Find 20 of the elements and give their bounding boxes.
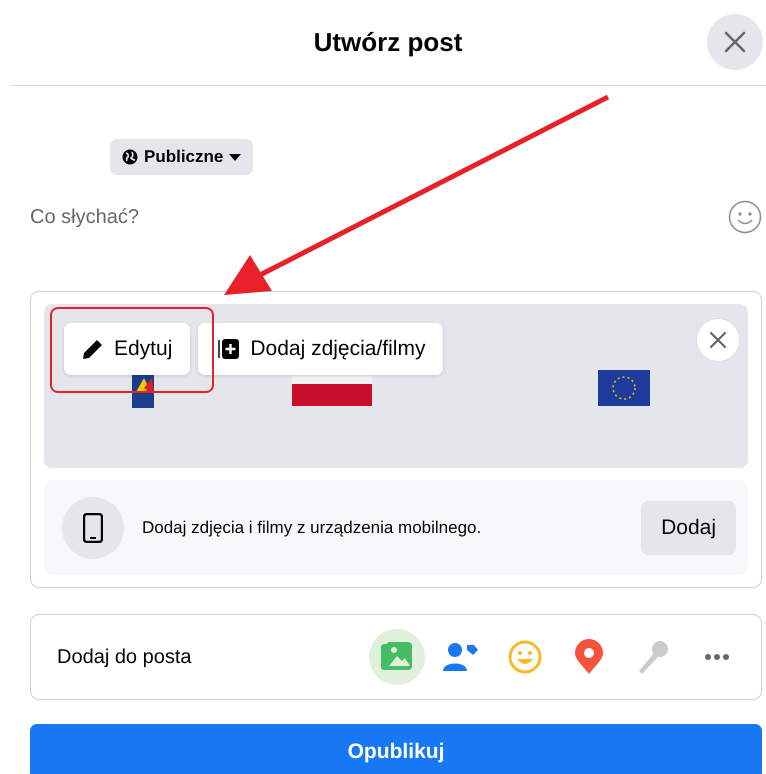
close-icon <box>709 331 727 349</box>
dialog-title: Utwórz post <box>314 27 462 58</box>
caret-icon <box>229 154 242 160</box>
smiley-icon[interactable] <box>728 200 762 234</box>
remove-button[interactable] <box>696 318 740 362</box>
add-photos-button[interactable]: Dodaj zdjęcia/filmy <box>198 323 444 375</box>
add-photo-icon <box>216 337 240 361</box>
location-pin-icon <box>574 639 604 675</box>
audience-button[interactable]: Publiczne <box>110 139 254 175</box>
edit-button[interactable]: Edytuj <box>64 323 190 375</box>
pencil-icon <box>82 338 104 360</box>
more-icon <box>705 654 729 660</box>
publish-button[interactable]: Opublikuj <box>30 724 762 774</box>
smiley-icon <box>508 640 542 674</box>
mobile-upload-text: Dodaj zdjęcia i filmy z urządzenia mobilnego. <box>142 518 482 538</box>
add-button[interactable]: Dodaj <box>641 500 736 554</box>
add-to-post-label: Dodaj do posta <box>57 646 193 668</box>
person-tag-icon <box>443 641 479 673</box>
photo-icon <box>380 641 414 673</box>
close-icon <box>724 31 746 53</box>
